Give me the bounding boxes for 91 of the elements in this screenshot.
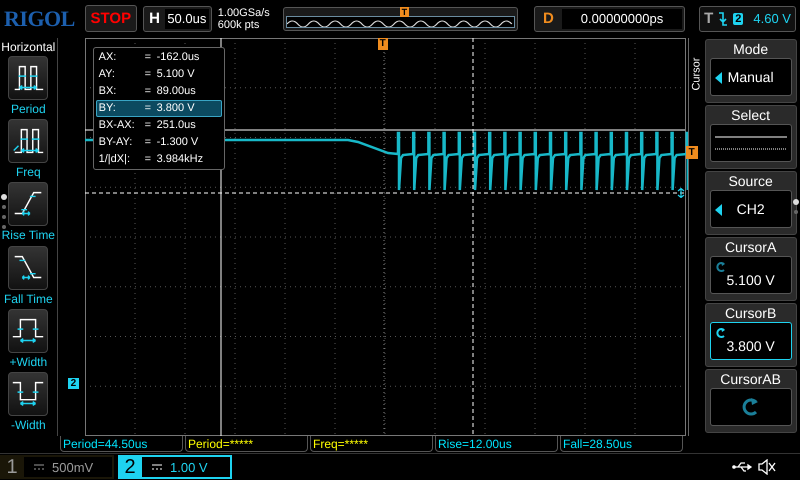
measure-label: Fall Time [4,292,53,306]
menu-item-value: CH2 [736,200,765,217]
menu-item[interactable]: Select [704,104,797,169]
trigger-panel[interactable]: T 2 4.60 V [699,6,796,32]
readout-equals: = [144,134,152,150]
delay-label: D [542,10,555,28]
readout-name: BX-AX: [98,118,136,133]
menu-item[interactable]: CursorAB [704,368,797,433]
dc-coupling-icon [152,464,162,470]
menu-item[interactable]: Mode Manual [704,38,797,103]
measure-button[interactable] [8,56,48,100]
timebase-value: 50.0us [164,8,209,29]
menu-item-value: 5.100 V [726,272,775,288]
menu-item-value: Manual [728,68,774,85]
knob-icon [714,326,727,339]
channel-offset-marker[interactable]: 2 [68,378,80,389]
readout-equals: = [144,100,152,116]
menu-item[interactable]: CursorA 5.100 V [704,236,797,301]
trigger-channel: 2 [733,12,744,25]
menu-tab-label: Cursor [690,57,703,90]
readout-name: 1/|dX|: [98,152,132,167]
readout-value: 3.800 V [156,100,195,116]
measure-button[interactable] [8,246,48,290]
trigger-position-marker[interactable]: T [378,38,388,50]
menu-item-title: CursorA [724,238,776,256]
timebase-label: H [148,10,161,28]
measurement-readout: Period=***** [185,436,308,452]
panel-title: Horizontal [1,40,56,54]
readout-value: -162.0us [156,50,200,65]
measurement-readout: Period=44.50us [60,436,183,452]
trigger-level: 4.60 V [753,11,791,26]
readout-equals: = [144,84,152,99]
readout-value: 89.00us [156,84,196,99]
channel-scale-box[interactable]: 1.00 V [142,457,230,478]
readout-name: BX: [98,84,118,99]
measurement-readout: Rise=12.00us [435,436,558,452]
channel-number[interactable]: 1 [0,456,24,479]
measure-button[interactable] [8,372,48,416]
measure-button[interactable] [8,308,48,353]
measure-label: +Width [9,354,48,369]
menu-item-title: CursorAB [720,370,781,388]
readout-value: 3.984kHz [156,152,204,167]
readout-value: -1.300 V [156,134,198,150]
readout-name: AY: [98,66,116,82]
measure-button[interactable] [8,182,48,226]
left-triangle-icon [714,204,722,216]
channel-number[interactable]: 2 [118,456,142,479]
run-stop-indicator[interactable]: STOP [84,5,138,32]
memory-depth: 600k pts [218,18,260,31]
brand-logo: RIGOL [4,6,76,32]
measure-label: Freq [16,164,41,179]
falling-edge-icon [717,10,730,27]
channel-scale-box[interactable]: 500mV [24,457,112,478]
delay-panel[interactable]: D 0.00000000ps [534,6,686,32]
menu-item[interactable]: CursorB 3.800 V [704,302,797,367]
dc-coupling-icon [34,464,44,470]
timebase-panel[interactable]: H 50.0us [143,6,212,32]
readout-equals: = [144,66,152,82]
menu-item[interactable]: Source CH2 [704,170,797,235]
measure-button[interactable] [8,118,48,163]
trigger-marker: T [400,6,410,17]
menu-item-title: Source [728,172,773,190]
menu-item-title: CursorB [724,304,776,322]
trigger-level-marker[interactable]: T [686,146,698,159]
measure-label: Period [10,102,46,116]
readout-equals: = [144,50,152,65]
measure-label: Rise Time [2,228,55,242]
muted-speaker-icon [758,459,776,476]
left-triangle-icon [714,72,722,84]
readout-name: AX: [98,50,118,65]
readout-equals: = [144,118,152,133]
trigger-label: T [704,10,714,28]
readout-name: BY-AY: [98,134,134,150]
menu-item-title: Select [731,106,770,124]
channel-scale: 1.00 V [170,460,208,475]
measurement-readout: Fall=28.50us [560,436,683,452]
readout-equals: = [144,152,152,167]
delay-value: 0.00000000ps [562,8,682,29]
usb-icon [732,461,754,474]
measurement-readout: Freq=***** [310,436,433,452]
readout-name: BY: [98,100,117,116]
cursor-arrow-icon [676,188,685,198]
knob-icon [714,260,727,273]
measure-label: -Width [10,418,46,432]
menu-item-title: Mode [733,40,768,58]
sample-rate: 1.00GSa/s [218,6,271,19]
menu-item-value: 3.800 V [726,338,775,354]
readout-value: 5.100 V [156,66,195,82]
channel-scale: 500mV [52,460,94,475]
readout-value: 251.0us [156,118,196,133]
overview-wave-icon [286,16,516,28]
